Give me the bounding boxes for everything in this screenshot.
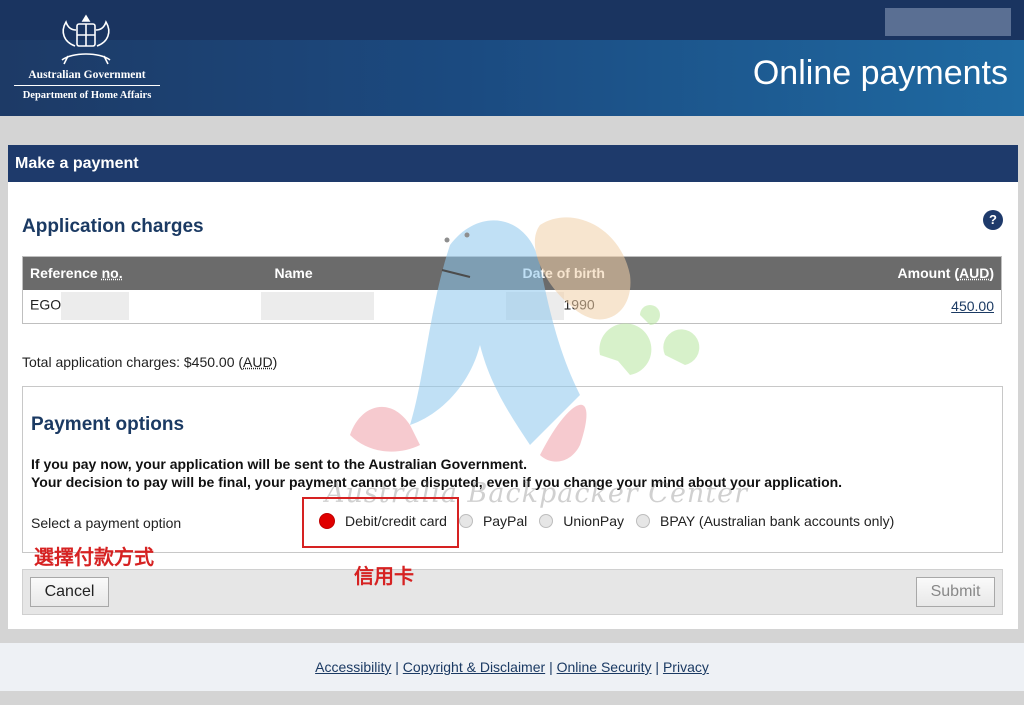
footer-link-copyright[interactable]: Copyright & Disclaimer <box>403 659 545 675</box>
panel-title: Make a payment <box>8 145 1018 182</box>
column-header-name: Name <box>267 256 516 290</box>
payment-options-heading: Payment options <box>31 414 185 435</box>
payment-panel: Make a payment Application charges ? Ref… <box>8 145 1018 629</box>
footer-link-accessibility[interactable]: Accessibility <box>315 659 391 675</box>
department-name: Department of Home Affairs <box>22 90 152 101</box>
brand-divider <box>14 85 160 86</box>
radio-bpay[interactable] <box>636 514 650 528</box>
bottom-strip <box>0 691 1024 705</box>
help-icon[interactable]: ? <box>983 210 1003 230</box>
footer-separator: | <box>395 659 399 675</box>
column-header-reference: Reference no. <box>22 256 268 290</box>
radio-paypal[interactable] <box>458 514 473 528</box>
table-header-row: Reference no. Name Date of birth Amount … <box>22 256 1002 290</box>
footer-link-privacy[interactable]: Privacy <box>663 659 709 675</box>
reference-cell: EGO <box>23 290 268 324</box>
header-account-box <box>885 8 1011 36</box>
amount-link[interactable]: 450.00 <box>951 298 994 314</box>
radio-unionpay[interactable] <box>539 514 554 528</box>
application-charges-heading: Application charges <box>22 216 204 237</box>
site-header: Australian Government Department of Home… <box>0 0 1024 116</box>
button-bar: Cancel Submit <box>22 569 1003 615</box>
annotation-credit-card: 信用卡 <box>354 566 414 588</box>
cancel-button[interactable]: Cancel <box>30 577 109 607</box>
redacted-block <box>260 292 374 321</box>
redacted-block <box>505 292 564 321</box>
header-top-bar <box>0 0 1024 40</box>
footer-link-security[interactable]: Online Security <box>557 659 652 675</box>
table-row: EGO 1990 450.00 <box>23 290 1002 324</box>
payment-notice: If you pay now, your application will be… <box>31 456 843 490</box>
total-charges: Total application charges: $450.00 (AUD) <box>22 354 278 370</box>
amount-cell: 450.00 <box>766 290 1002 324</box>
footer-separator: | <box>655 659 660 675</box>
submit-button[interactable]: Submit <box>916 577 995 607</box>
option-label-paypal[interactable]: PayPal <box>483 513 527 529</box>
option-label-bpay[interactable]: BPAY (Australian bank accounts only) <box>660 513 894 529</box>
coat-of-arms-icon <box>61 14 111 65</box>
annotation-highlight-box <box>302 497 459 548</box>
column-header-dob: Date of birth <box>515 256 766 290</box>
payment-options-section: Payment options If you pay now, your app… <box>22 386 1003 553</box>
dob-cell: 1990 <box>505 290 766 324</box>
org-name: Australian Government <box>28 69 146 81</box>
select-payment-label: Select a payment option <box>31 515 182 531</box>
annotation-select-method: 選擇付款方式 <box>34 547 154 569</box>
redacted-block <box>61 292 130 321</box>
charges-table: Reference no. Name Date of birth Amount … <box>22 256 1002 324</box>
name-cell <box>260 290 516 324</box>
page-title: Online payments <box>752 54 1008 92</box>
option-label-unionpay[interactable]: UnionPay <box>563 513 624 529</box>
site-footer: Accessibility | Copyright & Disclaimer |… <box>0 643 1024 691</box>
footer-separator: | <box>549 659 553 675</box>
column-header-amount: Amount (AUD) <box>765 256 1002 290</box>
